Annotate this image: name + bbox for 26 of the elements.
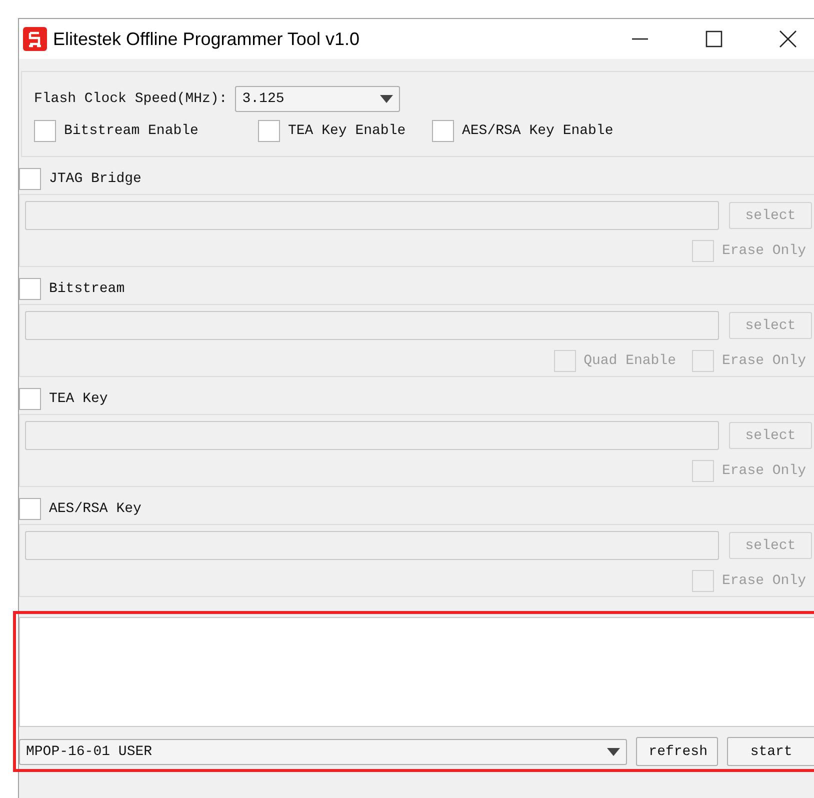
checkbox-label: TEA Key Enable bbox=[288, 123, 406, 139]
start-button[interactable]: start bbox=[726, 737, 814, 766]
dropdown-arrow-icon bbox=[380, 95, 394, 103]
checkbox-label: Erase Only bbox=[722, 353, 806, 369]
checkbox-label: Erase Only bbox=[722, 573, 806, 589]
device-dropdown[interactable]: MPOP-16-01 USER bbox=[19, 738, 627, 764]
checkbox[interactable] bbox=[432, 120, 454, 142]
app-logo-icon bbox=[23, 27, 47, 51]
checkbox-label: Quad Enable bbox=[584, 353, 676, 369]
checkbox[interactable] bbox=[258, 120, 280, 142]
checkbox-label: Erase Only bbox=[722, 243, 806, 259]
dropdown-arrow-icon bbox=[606, 748, 620, 756]
checkbox[interactable] bbox=[34, 120, 56, 142]
close-icon[interactable] bbox=[778, 29, 798, 49]
checkbox-label: Erase Only bbox=[722, 463, 806, 479]
refresh-button[interactable]: refresh bbox=[636, 737, 718, 766]
checkbox-label: JTAG Bridge bbox=[49, 171, 142, 187]
window-title: Elitestek Offline Programmer Tool v1.0 bbox=[53, 28, 360, 50]
checkbox-label: Bitstream Enable bbox=[64, 123, 198, 139]
checkbox-label: AES/RSA Key Enable bbox=[462, 123, 614, 139]
maximize-icon[interactable] bbox=[704, 29, 724, 49]
checkbox-label: TEA Key bbox=[49, 391, 108, 407]
clock-speed-dropdown[interactable]: 3.125 bbox=[235, 86, 400, 112]
clock-speed-label: Flash Clock Speed(MHz): bbox=[34, 91, 228, 107]
checkbox-label: AES/RSA Key bbox=[49, 501, 142, 517]
checkbox-label: Bitstream bbox=[49, 281, 125, 297]
